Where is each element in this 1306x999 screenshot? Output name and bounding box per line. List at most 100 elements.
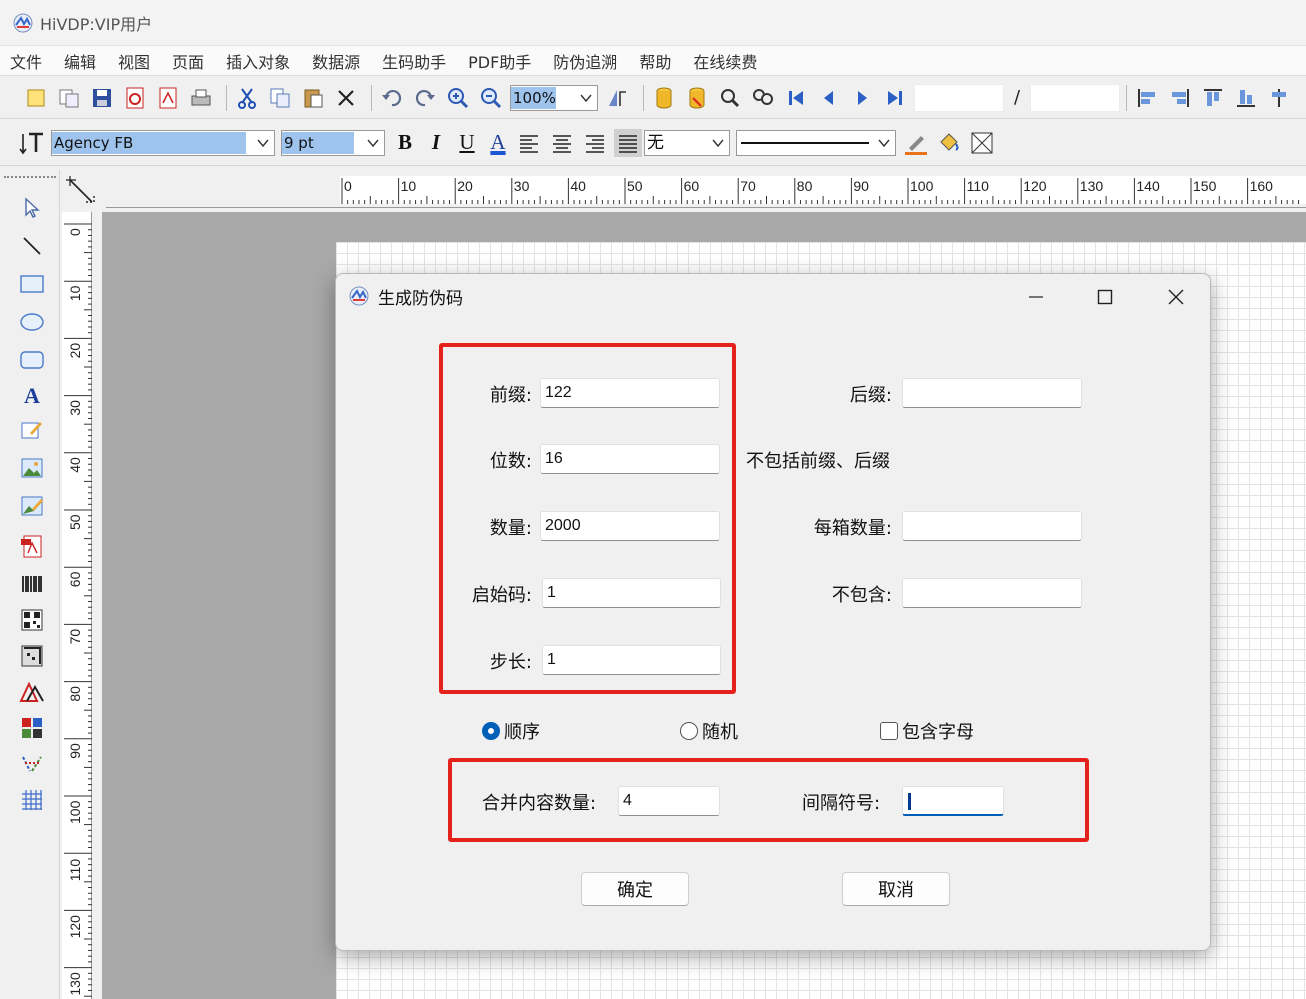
next-record-icon[interactable]	[848, 84, 876, 112]
previous-record-icon[interactable]	[815, 84, 843, 112]
pointer-tool-icon[interactable]	[18, 194, 46, 222]
menu-file[interactable]: 文件	[10, 49, 42, 73]
order-random-radio[interactable]: 随机	[680, 718, 738, 744]
digits-input[interactable]: 16	[540, 444, 720, 474]
barcode-tool-icon[interactable]	[18, 570, 46, 598]
align-top-icon[interactable]	[1199, 84, 1227, 112]
color-code-tool-icon[interactable]	[18, 714, 46, 742]
ellipse-tool-icon[interactable]	[18, 308, 46, 336]
fill-color-icon[interactable]	[935, 129, 963, 157]
save-icon[interactable]	[88, 84, 116, 112]
per-box-quantity-input[interactable]	[902, 511, 1082, 541]
prefix-input[interactable]: 122	[540, 378, 720, 408]
new-file-icon[interactable]	[22, 84, 50, 112]
align-bottom-icon[interactable]	[1232, 84, 1260, 112]
dialog-titlebar[interactable]: 生成防伪码	[336, 274, 1210, 318]
align-right-icon[interactable]	[1166, 84, 1194, 112]
database-icon[interactable]	[650, 84, 678, 112]
paste-icon[interactable]	[299, 84, 327, 112]
text-align-center-icon[interactable]	[548, 129, 576, 157]
open-file-icon[interactable]	[55, 84, 83, 112]
grid-tool-icon[interactable]	[18, 786, 46, 814]
text-align-left-icon[interactable]	[515, 129, 543, 157]
include-letters-label: 包含字母	[902, 722, 974, 743]
text-align-right-icon[interactable]	[581, 129, 609, 157]
copy-icon[interactable]	[266, 84, 294, 112]
digits-note: 不包括前缀、后缀	[746, 451, 890, 472]
align-left-icon[interactable]	[1133, 84, 1161, 112]
include-letters-checkbox[interactable]: 包含字母	[880, 718, 974, 744]
cancel-button[interactable]: 取消	[842, 872, 950, 906]
bold-button[interactable]: B	[391, 129, 419, 157]
menu-pdf-assistant[interactable]: PDF助手	[468, 49, 531, 73]
image-tool-icon[interactable]	[18, 454, 46, 482]
maximize-icon[interactable]	[1085, 282, 1125, 312]
palette-grip	[4, 176, 56, 179]
ruler-label: 100	[67, 800, 83, 824]
pdf-icon[interactable]	[154, 84, 182, 112]
qrcode-tool-icon[interactable]	[18, 606, 46, 634]
pdf-object-tool-icon[interactable]	[18, 532, 46, 560]
font-family-select[interactable]: Agency FB	[51, 129, 275, 156]
close-icon[interactable]	[1156, 282, 1196, 312]
zoom-in-icon[interactable]	[444, 84, 472, 112]
menu-code-assistant[interactable]: 生码助手	[382, 49, 446, 73]
rounded-rect-tool-icon[interactable]	[18, 346, 46, 374]
menu-datasource[interactable]: 数据源	[312, 49, 360, 73]
last-record-icon[interactable]	[881, 84, 909, 112]
font-size-select[interactable]: 9 pt	[281, 129, 385, 156]
database-edit-icon[interactable]	[683, 84, 711, 112]
redo-icon[interactable]	[411, 84, 439, 112]
exclude-input[interactable]	[902, 578, 1082, 608]
line-style-select[interactable]	[736, 129, 896, 156]
line-color-icon[interactable]	[902, 129, 930, 157]
datamatrix-tool-icon[interactable]	[18, 642, 46, 670]
menu-renew-online[interactable]: 在线续费	[693, 49, 757, 73]
first-record-icon[interactable]	[782, 84, 810, 112]
print-icon[interactable]	[187, 84, 215, 112]
text-direction-icon[interactable]	[18, 129, 46, 157]
current-page-input[interactable]	[914, 83, 1004, 112]
quantity-input[interactable]: 2000	[540, 511, 720, 541]
delete-icon[interactable]	[332, 84, 360, 112]
separator-input[interactable]	[902, 786, 1004, 816]
menu-anti-counterfeit[interactable]: 防伪追溯	[553, 49, 617, 73]
menu-edit[interactable]: 编辑	[64, 49, 96, 73]
align-center-icon[interactable]	[1265, 84, 1293, 112]
text-caret	[908, 793, 911, 810]
merge-count-input[interactable]: 4	[618, 786, 720, 816]
zoom-select[interactable]: 100%	[510, 84, 598, 111]
rectangle-tool-icon[interactable]	[18, 270, 46, 298]
order-sequential-radio[interactable]: 顺序	[482, 718, 540, 744]
align-tool-icon[interactable]	[604, 84, 632, 112]
cut-icon[interactable]	[233, 84, 261, 112]
menu-help[interactable]: 帮助	[639, 49, 671, 73]
minimize-icon[interactable]	[1016, 282, 1056, 312]
image-edit-tool-icon[interactable]	[18, 492, 46, 520]
zoom-out-icon[interactable]	[477, 84, 505, 112]
search-all-icon[interactable]	[749, 84, 777, 112]
search-record-icon[interactable]	[716, 84, 744, 112]
italic-button[interactable]: I	[422, 129, 450, 157]
ruler-label: 50	[67, 514, 83, 530]
suffix-input[interactable]	[902, 378, 1082, 408]
menu-view[interactable]: 视图	[118, 49, 150, 73]
menu-page[interactable]: 页面	[172, 49, 204, 73]
undo-icon[interactable]	[378, 84, 406, 112]
text-justify-icon[interactable]	[614, 128, 642, 157]
step-input[interactable]: 1	[542, 645, 721, 675]
no-fill-icon[interactable]	[968, 129, 996, 157]
edit-text-tool-icon[interactable]	[18, 416, 46, 444]
export-pdf-icon[interactable]	[121, 84, 149, 112]
start-code-input[interactable]: 1	[542, 578, 721, 608]
border-select[interactable]: 无	[644, 129, 730, 156]
menu-insert-object[interactable]: 插入对象	[226, 49, 290, 73]
font-color-button[interactable]: A	[484, 129, 512, 157]
line-tool-icon[interactable]	[18, 232, 46, 260]
ok-button[interactable]: 确定	[581, 872, 689, 906]
curve-tool-icon[interactable]	[18, 750, 46, 778]
anti-counterfeit-tool-icon[interactable]	[18, 678, 46, 706]
underline-button[interactable]: U	[453, 129, 481, 157]
ruler-corner-select-icon[interactable]	[62, 172, 102, 210]
text-tool-icon[interactable]: A	[18, 382, 46, 410]
